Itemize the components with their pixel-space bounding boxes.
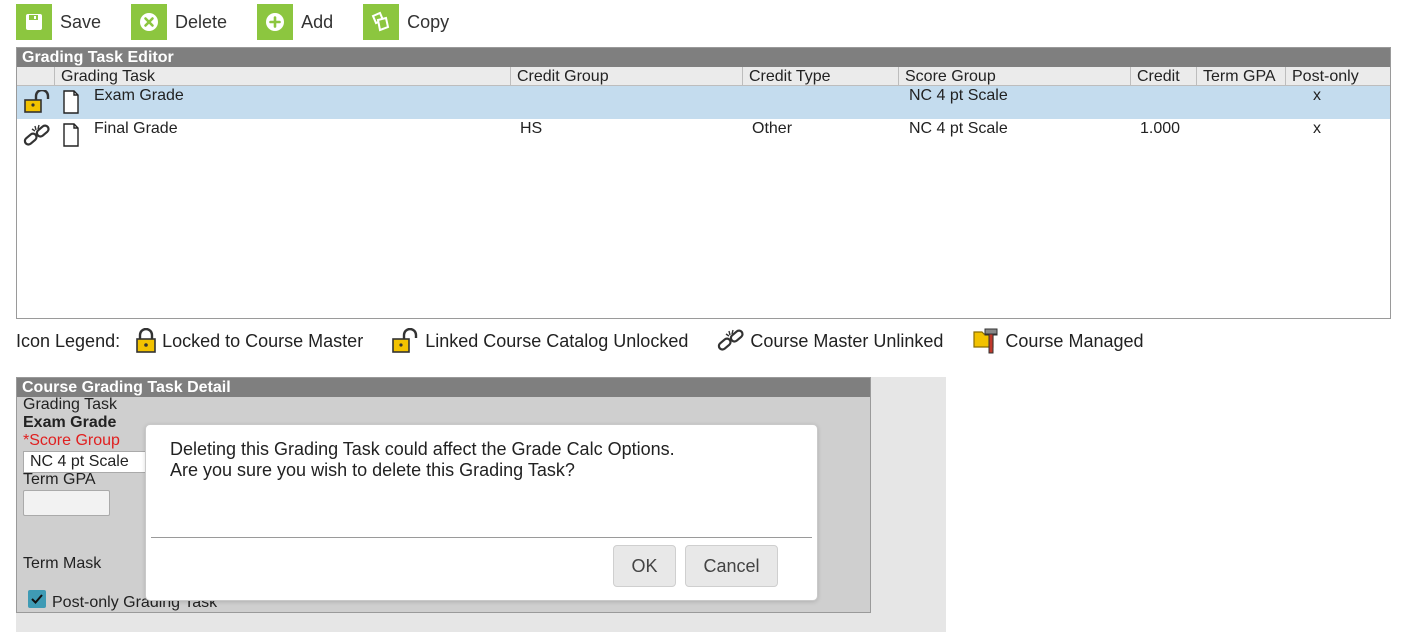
header-credit-group[interactable]: Credit Group (510, 67, 742, 86)
term-gpa-input[interactable] (23, 490, 110, 516)
cell-credit-type: Other (752, 120, 793, 137)
header-icons-column (17, 67, 55, 86)
lock-open-icon (392, 328, 418, 353)
lock-open-icon (23, 88, 53, 119)
dialog-message: Deleting this Grading Task could affect … (170, 439, 675, 481)
add-icon (257, 4, 294, 40)
grading-task-label: Grading Task (23, 396, 117, 413)
cell-grading-task: Final Grade (94, 120, 178, 137)
legend-item-managed: Course Managed (971, 327, 1144, 355)
delete-icon (131, 4, 168, 40)
legend-item-locked: Locked to Course Master (134, 328, 363, 354)
cell-grading-task: Exam Grade (94, 87, 184, 104)
cell-score-group: NC 4 pt Scale (909, 87, 1008, 104)
dialog-message-line-1: Deleting this Grading Task could affect … (170, 439, 675, 459)
delete-label: Delete (175, 11, 228, 32)
header-post-only[interactable]: Post-only (1285, 67, 1390, 86)
cell-post-only: x (1313, 120, 1321, 137)
header-credit-type[interactable]: Credit Type (742, 67, 898, 86)
legend-title: Icon Legend: (16, 330, 121, 351)
lock-closed-icon (136, 328, 156, 353)
header-score-group[interactable]: Score Group (898, 67, 1130, 86)
add-label: Add (301, 11, 334, 32)
grading-task-value: Exam Grade (23, 414, 117, 431)
ok-button[interactable]: OK (613, 545, 676, 587)
cell-credit: 1.000 (1140, 120, 1181, 137)
delete-button[interactable]: Delete (131, 4, 227, 40)
detail-title: Course Grading Task Detail (17, 378, 870, 397)
cell-score-group: NC 4 pt Scale (909, 120, 1008, 137)
course-managed-icon (973, 328, 998, 354)
legend-label-unlinked: Course Master Unlinked (750, 330, 944, 351)
broken-link-icon (718, 329, 744, 351)
broken-link-icon (22, 123, 52, 154)
save-icon (16, 4, 52, 40)
header-credit[interactable]: Credit (1130, 67, 1196, 86)
delete-confirm-dialog: Deleting this Grading Task could affect … (145, 424, 818, 601)
cell-credit-group: HS (520, 120, 543, 137)
save-button[interactable]: Save (16, 4, 101, 40)
grid-header: Grading Task Credit Group Credit Type Sc… (17, 67, 1390, 86)
editor-title: Grading Task Editor (17, 48, 1390, 67)
checkmark-icon (31, 594, 43, 604)
add-button[interactable]: Add (257, 4, 333, 40)
term-gpa-label: Term GPA (23, 471, 96, 488)
copy-icon (363, 4, 400, 40)
dialog-divider (151, 537, 812, 538)
cancel-button[interactable]: Cancel (685, 545, 778, 587)
post-only-checkbox[interactable] (28, 590, 46, 608)
legend-item-unlocked: Linked Course Catalog Unlocked (391, 328, 688, 354)
term-mask-label: Term Mask (23, 555, 102, 572)
score-group-select[interactable]: NC 4 pt Scale (23, 451, 163, 473)
table-row[interactable]: Exam Grade NC 4 pt Scale x (17, 86, 1390, 119)
header-grading-task[interactable]: Grading Task (54, 67, 510, 86)
copy-label: Copy (407, 11, 450, 32)
legend-label-unlocked: Linked Course Catalog Unlocked (425, 330, 689, 351)
table-row[interactable]: Final Grade HS Other NC 4 pt Scale 1.000… (17, 119, 1390, 152)
legend-label-managed: Course Managed (1005, 330, 1144, 351)
copy-button[interactable]: Copy (363, 4, 449, 40)
legend-label-locked: Locked to Course Master (162, 330, 364, 351)
document-icon (62, 90, 80, 119)
dialog-message-line-2: Are you sure you wish to delete this Gra… (170, 460, 575, 480)
legend-item-unlinked: Course Master Unlinked (716, 327, 943, 355)
save-label: Save (60, 11, 102, 32)
cell-post-only: x (1313, 87, 1321, 104)
grading-task-editor: Grading Task Editor Grading Task Credit … (16, 47, 1391, 319)
icon-legend: Icon Legend: Locked to Course Master Lin… (16, 326, 1172, 356)
header-term-gpa[interactable]: Term GPA (1196, 67, 1285, 86)
score-group-label: *Score Group (23, 432, 120, 449)
toolbar: Save Delete Add Copy (16, 4, 479, 40)
document-icon (62, 123, 80, 152)
